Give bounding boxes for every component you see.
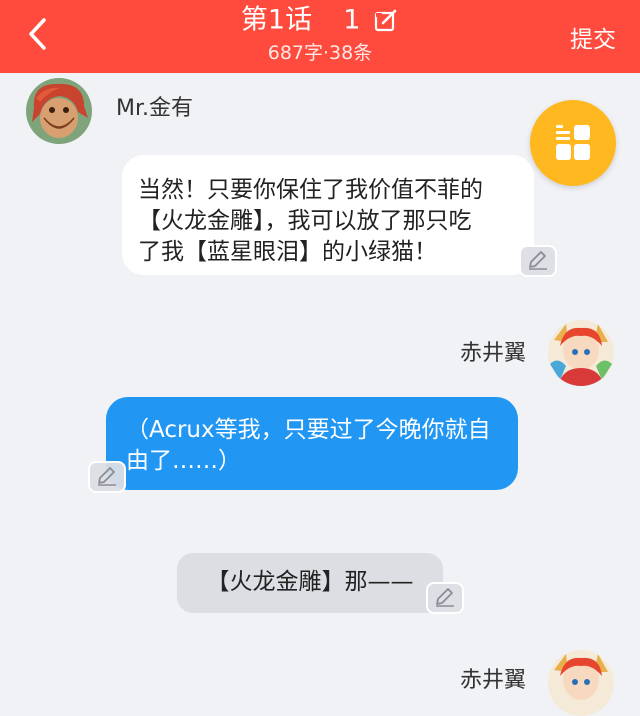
avatar-akai-tsubasa[interactable] bbox=[548, 650, 614, 716]
submit-button[interactable]: 提交 bbox=[570, 20, 616, 54]
message-line: 【火龙金雕】，我可以放了那只吃 bbox=[138, 208, 472, 234]
pencil-icon bbox=[98, 467, 116, 486]
title-block: 第1话 1 687字·38条 bbox=[0, 2, 640, 66]
message-line: 由了……） bbox=[126, 448, 241, 474]
message-line: 当然！只要你保住了我价值不菲的 bbox=[138, 177, 483, 203]
edit-message-button[interactable] bbox=[426, 582, 464, 614]
edit-message-button[interactable] bbox=[519, 245, 557, 277]
sender-name: Mr.金有 bbox=[116, 96, 194, 121]
avatar-akai-tsubasa[interactable] bbox=[548, 320, 614, 386]
edit-square-icon[interactable] bbox=[373, 8, 399, 34]
pencil-icon bbox=[529, 251, 547, 270]
message-line: 了我【蓝星眼泪】的小绿猫！ bbox=[138, 239, 437, 265]
grid-menu-icon bbox=[556, 125, 590, 160]
chapter-title[interactable]: 第1话 1 bbox=[0, 2, 640, 38]
pencil-icon bbox=[436, 588, 454, 607]
float-menu-button[interactable] bbox=[530, 100, 616, 186]
message-bubble[interactable]: 当然！只要你保住了我价值不菲的 【火龙金雕】，我可以放了那只吃 了我【蓝星眼泪】… bbox=[122, 155, 534, 275]
chapter-title-text: 第1话 bbox=[240, 4, 313, 36]
sender-name: 赤井翼 bbox=[459, 341, 526, 366]
message-bubble[interactable]: （Acrux等我，只要过了今晚你就自 由了……） bbox=[106, 397, 518, 490]
chapter-number: 1 bbox=[343, 4, 361, 36]
message-line: （Acrux等我，只要过了今晚你就自 bbox=[126, 417, 491, 443]
edit-message-button[interactable] bbox=[88, 461, 126, 493]
avatar-mr-jinyou[interactable] bbox=[26, 78, 92, 144]
sender-name: 赤井翼 bbox=[459, 668, 526, 693]
word-count-stats: 687字·38条 bbox=[267, 42, 373, 64]
narration-bubble[interactable]: 【火龙金雕】那—— bbox=[177, 553, 443, 613]
top-bar: 第1话 1 687字·38条 提交 bbox=[0, 0, 640, 73]
message-line: 【火龙金雕】那—— bbox=[206, 569, 414, 595]
